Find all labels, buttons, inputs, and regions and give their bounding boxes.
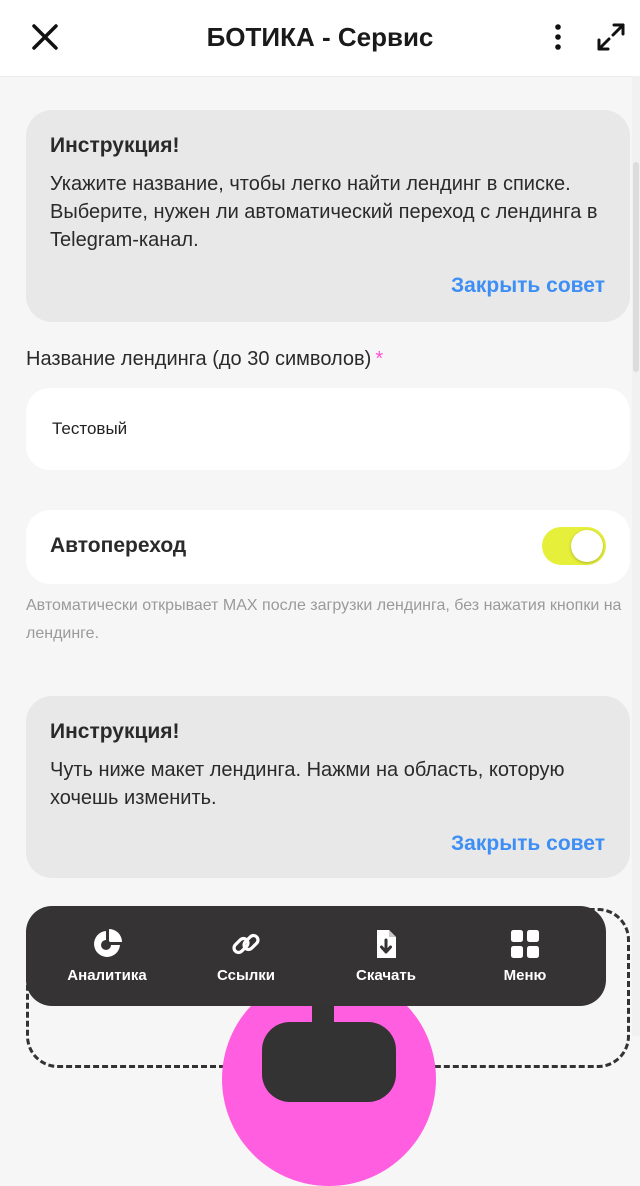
scrollbar-thumb[interactable] — [633, 162, 639, 372]
pie-chart-icon — [94, 929, 122, 957]
expand-button[interactable] — [594, 20, 628, 54]
scrollbar[interactable] — [632, 76, 640, 1036]
close-tip-button[interactable]: Закрыть совет — [451, 274, 605, 298]
tip-title: Инструкция! — [50, 720, 180, 743]
nav-item-menu[interactable]: Меню — [460, 906, 590, 1006]
nav-item-download[interactable]: Скачать — [321, 906, 451, 1006]
landing-name-input[interactable] — [26, 388, 630, 470]
toggle-knob — [571, 530, 603, 562]
link-icon — [232, 933, 260, 955]
nav-label: Ссылки — [216, 967, 276, 984]
required-mark: * — [375, 348, 384, 370]
tip-title: Инструкция! — [50, 134, 180, 157]
nav-item-analytics[interactable]: Аналитика — [42, 906, 172, 1006]
landing-name-label-text: Название лендинга (до 30 символов) — [26, 348, 372, 370]
bottom-nav: Аналитика Ссылки Скачать Меню — [26, 906, 606, 1006]
expand-icon — [597, 23, 625, 51]
nav-item-links[interactable]: Ссылки — [181, 906, 311, 1006]
nav-label: Меню — [503, 967, 547, 984]
download-file-icon — [377, 930, 396, 958]
landing-name-label: Название лендинга (до 30 символов) * — [26, 348, 383, 371]
autoswitch-label: Автопереход — [50, 534, 187, 557]
autoswitch-row: Автопереход — [26, 510, 630, 584]
tip-text: Чуть ниже макет лендинга. Нажми на облас… — [50, 759, 565, 809]
more-options-button[interactable] — [544, 20, 572, 54]
nav-label: Скачать — [356, 967, 416, 984]
autoswitch-toggle[interactable] — [542, 527, 606, 565]
grid-menu-icon — [511, 930, 539, 958]
instruction-tip-1: Инструкция! Укажите название, чтобы легк… — [26, 110, 630, 322]
nav-label: Аналитика — [67, 967, 147, 984]
tip-text: Укажите название, чтобы легко найти ленд… — [50, 173, 598, 251]
close-tip-button[interactable]: Закрыть совет — [451, 832, 605, 856]
app-header: БОТИКА - Сервис — [0, 0, 640, 77]
autoswitch-hint: Автоматически открывает MAX после загруз… — [26, 597, 622, 642]
more-vertical-icon — [555, 24, 561, 50]
landing-preview-element[interactable] — [262, 1022, 396, 1102]
instruction-tip-2: Инструкция! Чуть ниже макет лендинга. На… — [26, 696, 630, 878]
